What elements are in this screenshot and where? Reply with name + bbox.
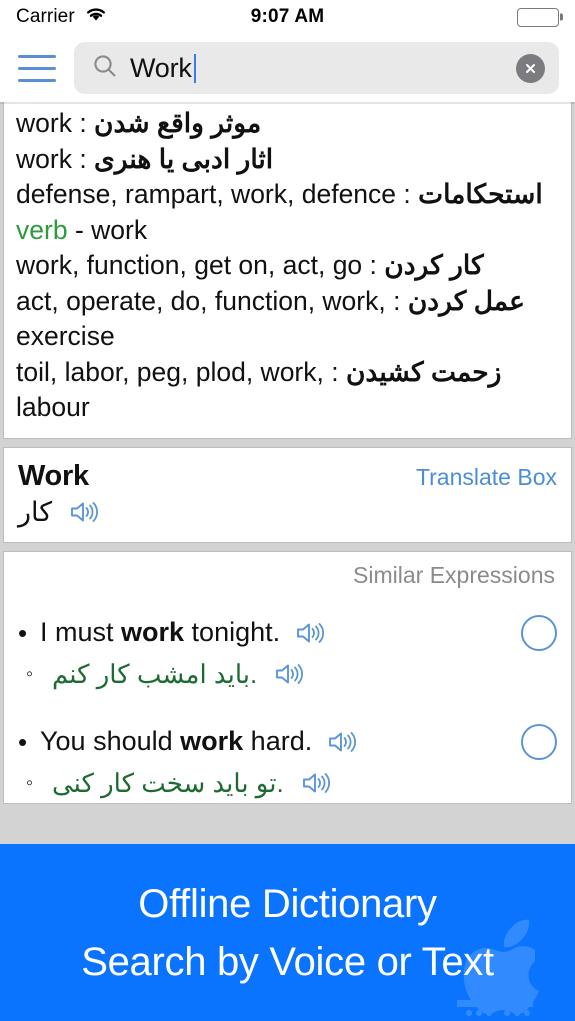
promo-banner-line-1: Offline Dictionary (138, 881, 437, 926)
definition-separator: : (385, 285, 408, 316)
example-english-row: • I must work tonight. (18, 614, 557, 651)
example-keyword: work (121, 617, 185, 647)
select-circle-icon[interactable] (521, 614, 557, 651)
definition-line: استحکامات : defense, rampart, work, defe… (16, 177, 559, 213)
definition-farsi: عمل کردن (407, 285, 525, 316)
definition-line: اثار ادبی یا هنری : work (16, 142, 559, 178)
clear-search-button[interactable] (516, 53, 545, 83)
text-cursor (193, 53, 197, 83)
example-english-row: • You should work hard. (18, 723, 557, 760)
definition-separator: : (71, 143, 95, 174)
speaker-icon[interactable] (273, 660, 305, 688)
definition-line: موثر واقع شدن : work (16, 106, 559, 142)
sub-bullet-icon: ◦ (26, 663, 34, 685)
example-item: • You should work hard. ◦ .تو باید سخت ک… (18, 723, 557, 799)
example-english-text: I must work tonight. (40, 617, 280, 648)
definition-separator: : (362, 250, 385, 280)
bullet-icon: • (18, 726, 28, 757)
translate-box-link[interactable]: Translate Box (416, 460, 557, 491)
search-bar: Work (0, 34, 575, 102)
example-prefix: You should (40, 726, 181, 756)
wifi-icon (84, 5, 108, 29)
definition-separator: : (396, 179, 419, 209)
search-icon (92, 53, 118, 84)
headword-header: Work Translate Box (18, 460, 557, 493)
definition-line: زحمت کشیدن : toil, labor, peg, plod, wor… (16, 355, 559, 426)
scroll-top-shadow (0, 102, 575, 104)
definitions-card: موثر واقع شدن : work اثار ادبی یا هنری :… (3, 102, 572, 439)
example-item: • I must work tonight. ◦ .باید امشب کار … (18, 614, 557, 690)
definition-separator: : (71, 108, 95, 138)
definition-farsi: کار کردن (384, 250, 484, 280)
promo-banner: Offline Dictionary Search by Voice or Te… (0, 844, 575, 1021)
promo-banner-text: Offline Dictionary Search by Voice or Te… (0, 844, 575, 1021)
similar-expressions-card: Similar Expressions • I must work tonigh… (3, 550, 572, 804)
part-of-speech-word: - work (74, 214, 148, 245)
speaker-icon[interactable] (294, 619, 326, 647)
headword-translation: کار (18, 496, 53, 527)
definition-line: عمل کردن : act, operate, do, function, w… (16, 284, 559, 355)
sub-bullet-icon: ◦ (26, 772, 34, 794)
headword-card: Work Translate Box کار (3, 446, 572, 543)
example-english-text: You should work hard. (40, 726, 312, 757)
definition-separator: : (323, 356, 346, 387)
part-of-speech-label: verb (16, 214, 68, 245)
page-title: Work (18, 459, 89, 492)
definition-english: work, function, get on, act, go (16, 250, 363, 280)
definition-farsi: اثار ادبی یا هنری (94, 143, 274, 174)
speaker-icon[interactable] (300, 769, 332, 797)
example-suffix: hard. (243, 726, 313, 756)
promo-banner-line-2: Search by Voice or Text (81, 939, 494, 984)
select-circle-icon[interactable] (521, 723, 557, 760)
search-input-value: Work (130, 52, 192, 83)
battery-icon (517, 7, 559, 27)
status-bar-left: Carrier (16, 5, 108, 29)
example-farsi-text: .باید امشب کار کنم (52, 658, 258, 689)
example-farsi-row: ◦ .باید امشب کار کنم (18, 659, 557, 690)
status-bar: Carrier 9:07 AM (0, 0, 575, 34)
definition-farsi: زحمت کشیدن (345, 356, 502, 387)
example-prefix: I must (40, 617, 122, 647)
bullet-icon: • (18, 617, 28, 648)
part-of-speech-line: verb - work (16, 213, 559, 249)
example-suffix: tonight. (184, 617, 281, 647)
definition-english: defense, rampart, work, defence (16, 179, 397, 209)
status-bar-right (517, 7, 559, 27)
similar-expressions-title: Similar Expressions (353, 561, 555, 588)
definitions-list: موثر واقع شدن : work اثار ادبی یا هنری :… (4, 102, 571, 438)
example-farsi-row: ◦ .تو باید سخت کار کنی (18, 768, 557, 799)
headword-translation-row: کار (18, 497, 557, 528)
example-keyword: work (180, 726, 244, 756)
hamburger-menu-icon[interactable] (14, 48, 60, 88)
definition-english: work (16, 143, 72, 174)
definition-farsi: استحکامات (418, 179, 543, 209)
definition-english: toil, labor, peg, plod, work, labour (16, 356, 324, 423)
definition-english: act, operate, do, function, work, exerci… (16, 285, 386, 352)
speaker-icon[interactable] (68, 498, 100, 526)
definition-farsi: موثر واقع شدن (94, 108, 262, 138)
search-input[interactable]: Work (74, 42, 559, 94)
speaker-icon[interactable] (326, 728, 358, 756)
search-input-text-wrap: Work (130, 53, 504, 84)
carrier-label: Carrier (16, 6, 75, 27)
definition-english: work (16, 108, 72, 138)
definition-line: کار کردن : work, function, get on, act, … (16, 248, 559, 284)
app-screen: Carrier 9:07 AM Work موثر واقع شدن: wor… (0, 0, 575, 1021)
example-farsi-text: .تو باید سخت کار کنی (52, 767, 284, 798)
